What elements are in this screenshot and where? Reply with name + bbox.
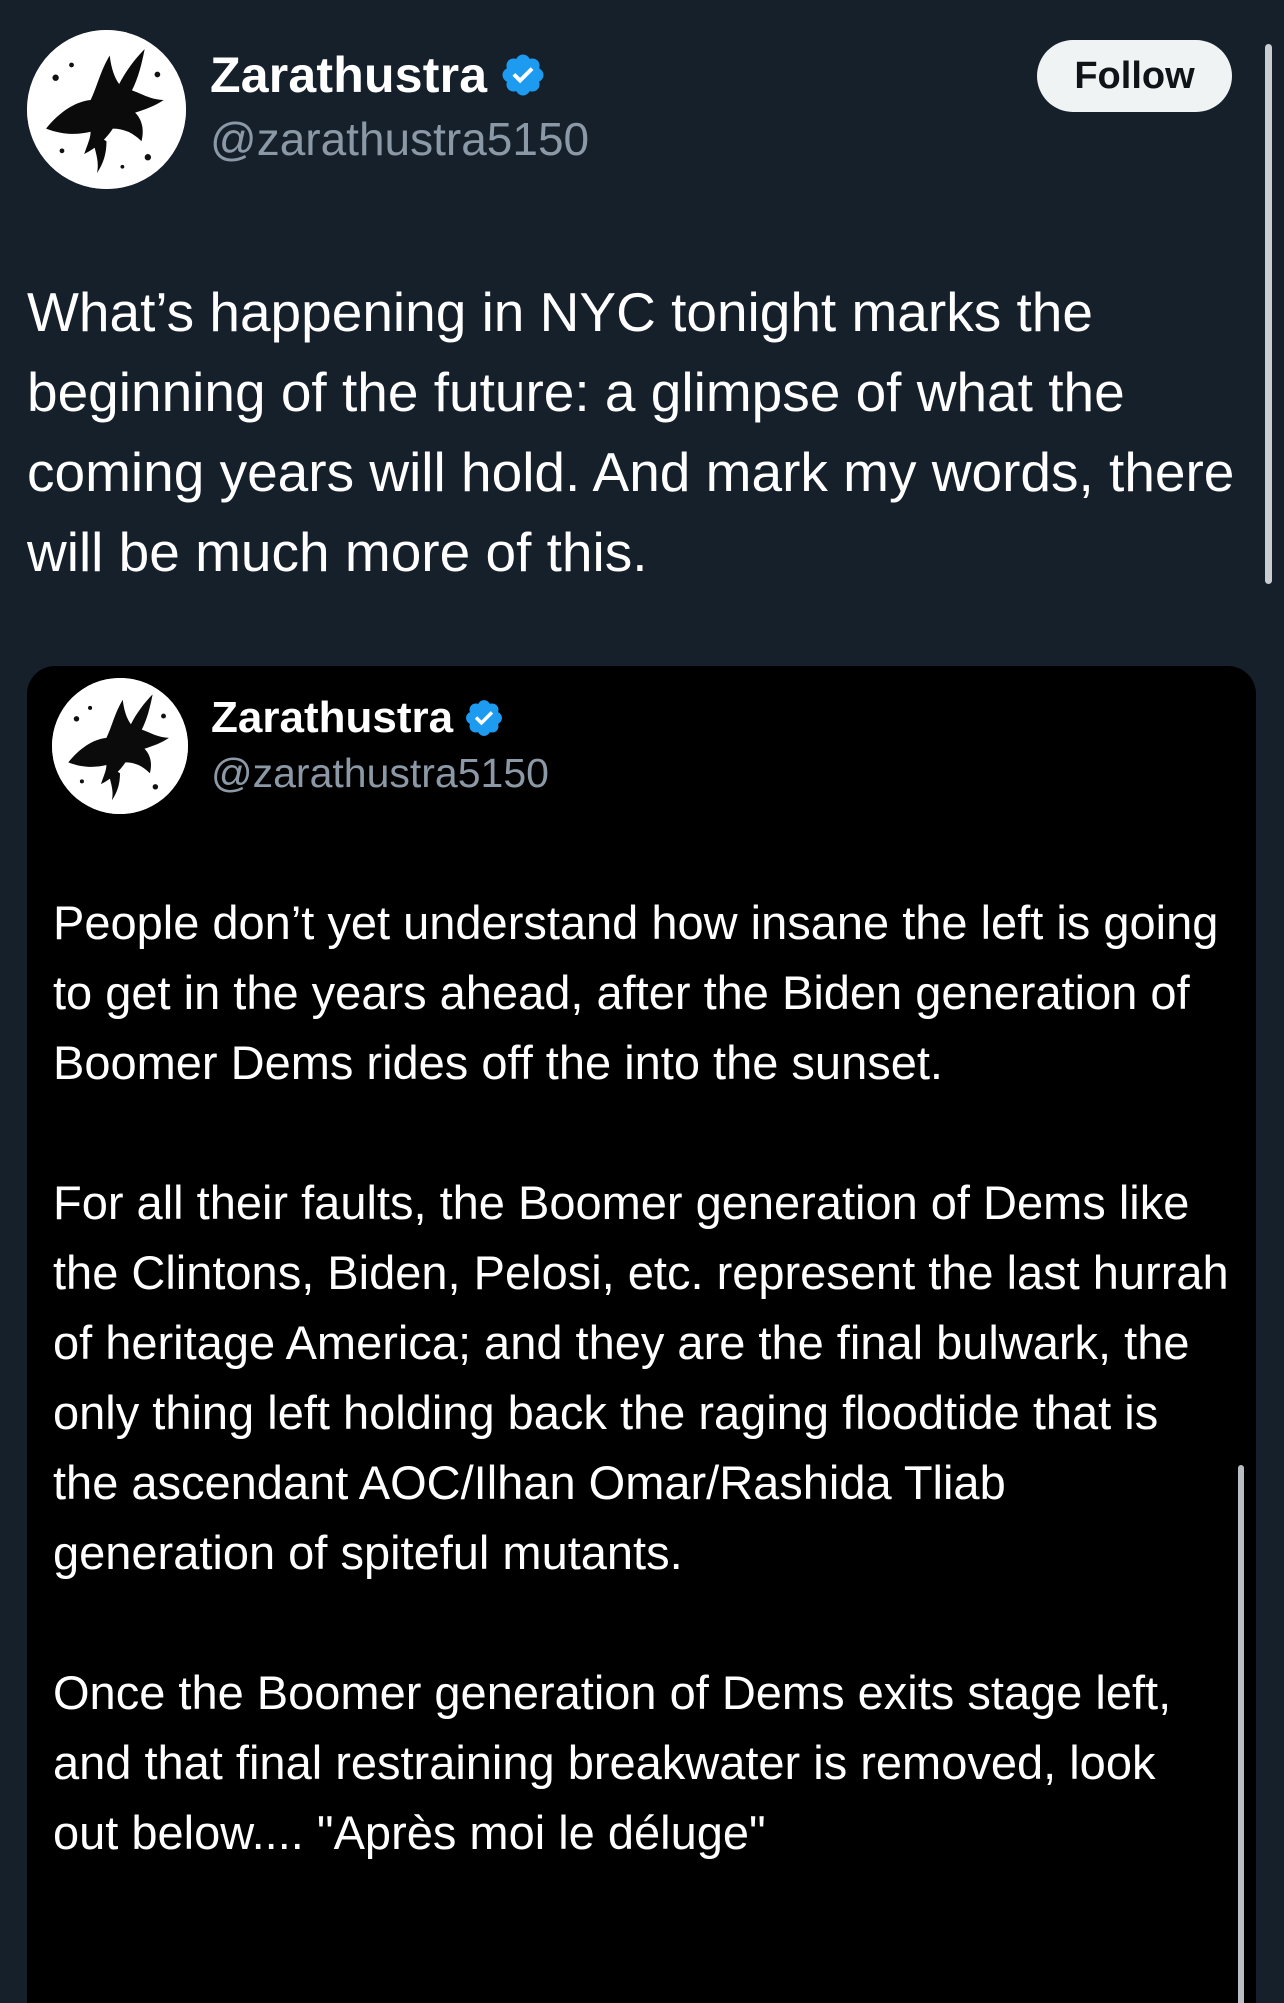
author-name-row: Zarathustra xyxy=(210,46,547,104)
tweet-text: What’s happening in NYC tonight marks th… xyxy=(27,281,1235,583)
author-display-name[interactable]: Zarathustra xyxy=(210,46,487,104)
quoted-tweet-card[interactable]: Zarathustra @zarathustra5150 People don’… xyxy=(27,666,1256,2003)
verified-badge-icon xyxy=(463,697,505,739)
quoted-display-name[interactable]: Zarathustra xyxy=(211,693,453,743)
follow-button[interactable]: Follow xyxy=(1037,40,1232,112)
tweet-header: Zarathustra @zarathustra5150 Follow xyxy=(0,0,1284,230)
quoted-handle[interactable]: @zarathustra5150 xyxy=(211,750,549,797)
raven-icon xyxy=(52,678,188,814)
quoted-avatar[interactable] xyxy=(52,678,188,814)
quoted-paragraph: People don’t yet understand how insane t… xyxy=(53,896,1219,1089)
avatar[interactable] xyxy=(27,30,186,189)
raven-icon xyxy=(27,30,186,189)
quote-scrollbar[interactable] xyxy=(1238,1465,1244,2003)
quoted-paragraph: Once the Boomer generation of Dems exits… xyxy=(53,1666,1172,1859)
page-scrollbar[interactable] xyxy=(1265,44,1272,584)
verified-badge-icon xyxy=(499,51,547,99)
quoted-paragraph: For all their faults, the Boomer generat… xyxy=(53,1176,1229,1579)
quoted-name-row: Zarathustra xyxy=(211,693,505,743)
quoted-tweet-body: People don’t yet understand how insane t… xyxy=(53,888,1233,1938)
author-handle[interactable]: @zarathustra5150 xyxy=(210,112,589,166)
